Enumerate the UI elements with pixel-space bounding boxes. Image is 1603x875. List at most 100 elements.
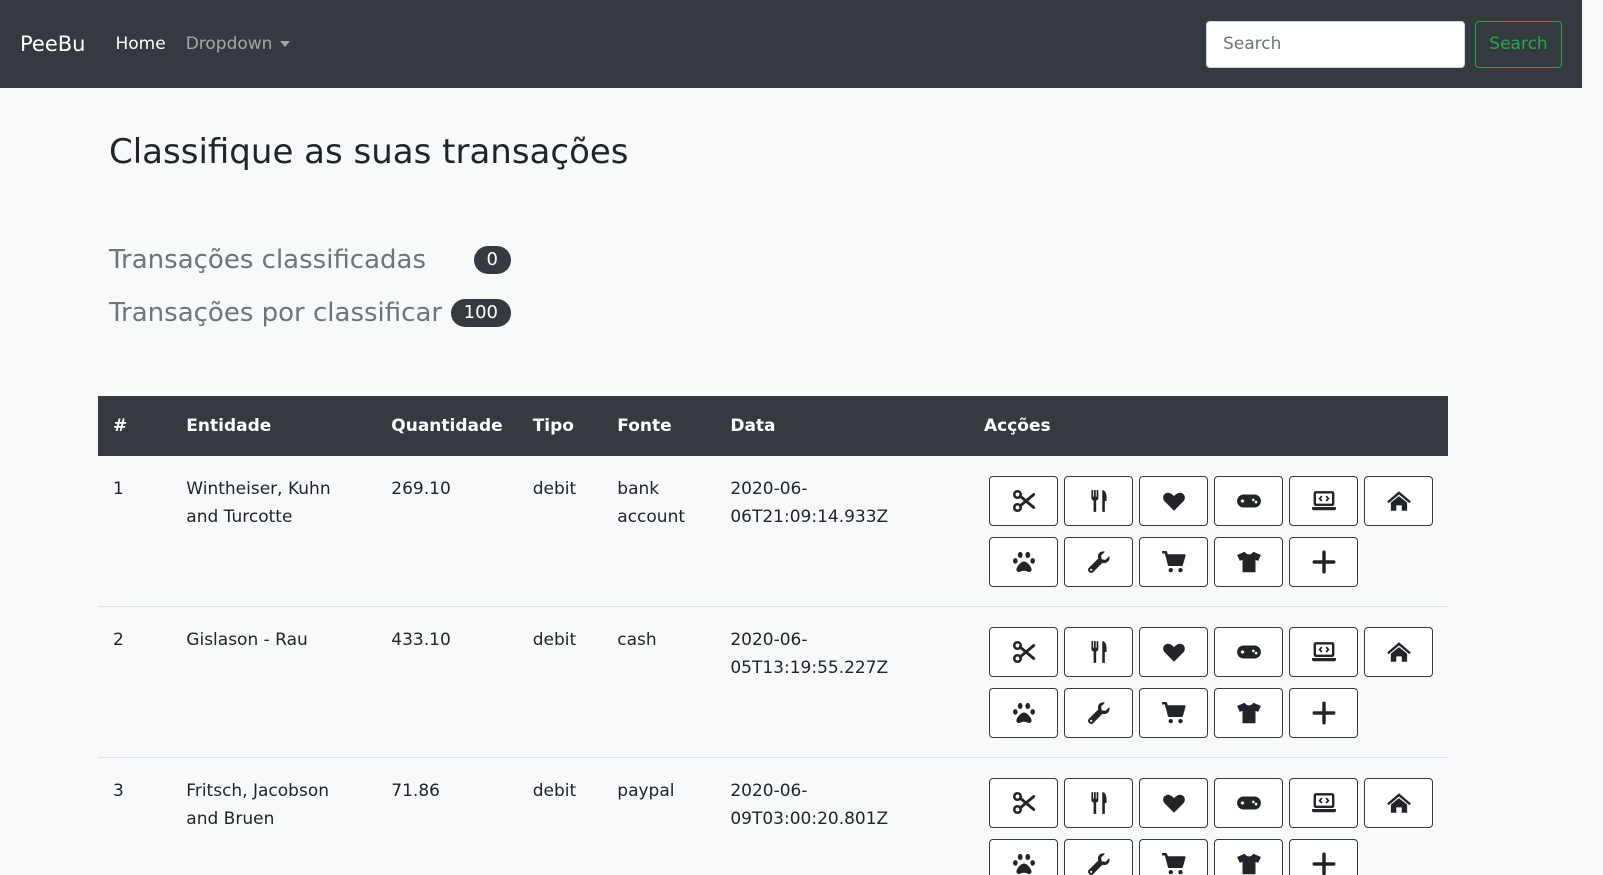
paw-category-button[interactable] [989,839,1058,875]
header-entity: Entidade [171,396,377,456]
header-type: Tipo [517,396,603,456]
header-date: Data [715,396,969,456]
utensils-icon [1086,488,1112,514]
header-actions: Acções [969,396,1448,456]
utensils-icon [1086,639,1112,665]
header-amount: Quantidade [376,396,518,456]
wrench-category-button[interactable] [1064,537,1133,587]
plus-category-button[interactable] [1289,688,1358,738]
table-row: 2 Gislason - Rau 433.10 debit cash 2020-06-05… [98,606,1448,758]
table-row: 3 Fritsch, Jacobson and Bruen 71.86 debit pa… [98,757,1448,875]
gamepad-icon [1236,488,1262,514]
cell-actions [969,456,1448,607]
scissors-icon [1011,790,1037,816]
stat-classified: Transações classificadas 0 [109,245,511,275]
search-input[interactable] [1206,20,1465,68]
home-icon [1386,639,1412,665]
home-icon [1386,488,1412,514]
plus-category-button[interactable] [1289,839,1358,875]
tshirt-category-button[interactable] [1214,839,1283,875]
cell-type: debit [517,456,603,607]
navbar: PeeBu Home Dropdown Search [0,0,1582,88]
cart-category-button[interactable] [1139,839,1208,875]
heart-icon [1161,790,1187,816]
tshirt-icon [1236,549,1262,575]
laptop-code-category-button[interactable] [1289,627,1358,677]
home-category-button[interactable] [1364,476,1433,526]
stat-unclassified-badge: 100 [450,299,511,327]
utensils-category-button[interactable] [1064,778,1133,828]
heart-icon [1161,639,1187,665]
cell-id: 2 [98,606,172,758]
nav-home-link[interactable]: Home [115,34,165,54]
plus-category-button[interactable] [1289,537,1358,587]
cell-amount: 433.10 [376,606,518,758]
table-header-row: # Entidade Quantidade Tipo Fonte Data Ac… [98,396,1448,456]
page-title: Classifique as suas transações [109,132,629,172]
action-buttons [989,475,1433,587]
scissors-category-button[interactable] [989,476,1058,526]
paw-icon [1011,700,1037,726]
tshirt-icon [1236,700,1262,726]
home-icon [1386,790,1412,816]
cart-icon [1161,700,1187,726]
tshirt-category-button[interactable] [1214,688,1283,738]
stat-classified-label: Transações classificadas [109,245,427,275]
laptop-code-icon [1311,639,1337,665]
utensils-icon [1086,790,1112,816]
wrench-icon [1086,700,1112,726]
home-category-button[interactable] [1364,778,1433,828]
utensils-category-button[interactable] [1064,476,1133,526]
scissors-category-button[interactable] [989,778,1058,828]
stat-unclassified-label: Transações por classificar [109,298,443,328]
heart-category-button[interactable] [1139,476,1208,526]
stat-classified-badge: 0 [473,246,511,274]
cell-actions [969,757,1448,875]
cart-category-button[interactable] [1139,537,1208,587]
cell-date: 2020-06-09T03:00:20.801Z [715,757,969,875]
cell-source: paypal [602,757,716,875]
scissors-icon [1011,639,1037,665]
gamepad-category-button[interactable] [1214,627,1283,677]
cell-entity: Wintheiser, Kuhn and Turcotte [171,456,377,607]
transactions-table: # Entidade Quantidade Tipo Fonte Data Ac… [98,396,1448,875]
gamepad-category-button[interactable] [1214,476,1283,526]
laptop-code-icon [1311,488,1337,514]
utensils-category-button[interactable] [1064,627,1133,677]
heart-icon [1161,488,1187,514]
search-button[interactable]: Search [1475,20,1562,68]
gamepad-category-button[interactable] [1214,778,1283,828]
header-id: # [98,396,172,456]
wrench-category-button[interactable] [1064,839,1133,875]
cart-category-button[interactable] [1139,688,1208,738]
wrench-icon [1086,851,1112,875]
action-buttons [989,626,1433,738]
tshirt-category-button[interactable] [1214,537,1283,587]
home-category-button[interactable] [1364,627,1433,677]
paw-category-button[interactable] [989,537,1058,587]
cell-type: debit [517,757,603,875]
action-buttons [989,777,1433,875]
cell-entity: Fritsch, Jacobson and Bruen [171,757,377,875]
heart-category-button[interactable] [1139,627,1208,677]
cart-icon [1161,549,1187,575]
table-row: 1 Wintheiser, Kuhn and Turcotte 269.10 debi… [98,456,1448,607]
paw-icon [1011,549,1037,575]
caret-down-icon [280,41,291,47]
plus-icon [1311,549,1337,575]
tshirt-icon [1236,851,1262,875]
laptop-code-category-button[interactable] [1289,778,1358,828]
laptop-code-icon [1311,790,1337,816]
cell-id: 1 [98,456,172,607]
brand-logo[interactable]: PeeBu [20,32,85,56]
wrench-category-button[interactable] [1064,688,1133,738]
gamepad-icon [1236,639,1262,665]
nav-dropdown[interactable]: Dropdown [186,34,291,54]
paw-category-button[interactable] [989,688,1058,738]
heart-category-button[interactable] [1139,778,1208,828]
cell-id: 3 [98,757,172,875]
laptop-code-category-button[interactable] [1289,476,1358,526]
scissors-category-button[interactable] [989,627,1058,677]
cart-icon [1161,851,1187,875]
cell-amount: 269.10 [376,456,518,607]
